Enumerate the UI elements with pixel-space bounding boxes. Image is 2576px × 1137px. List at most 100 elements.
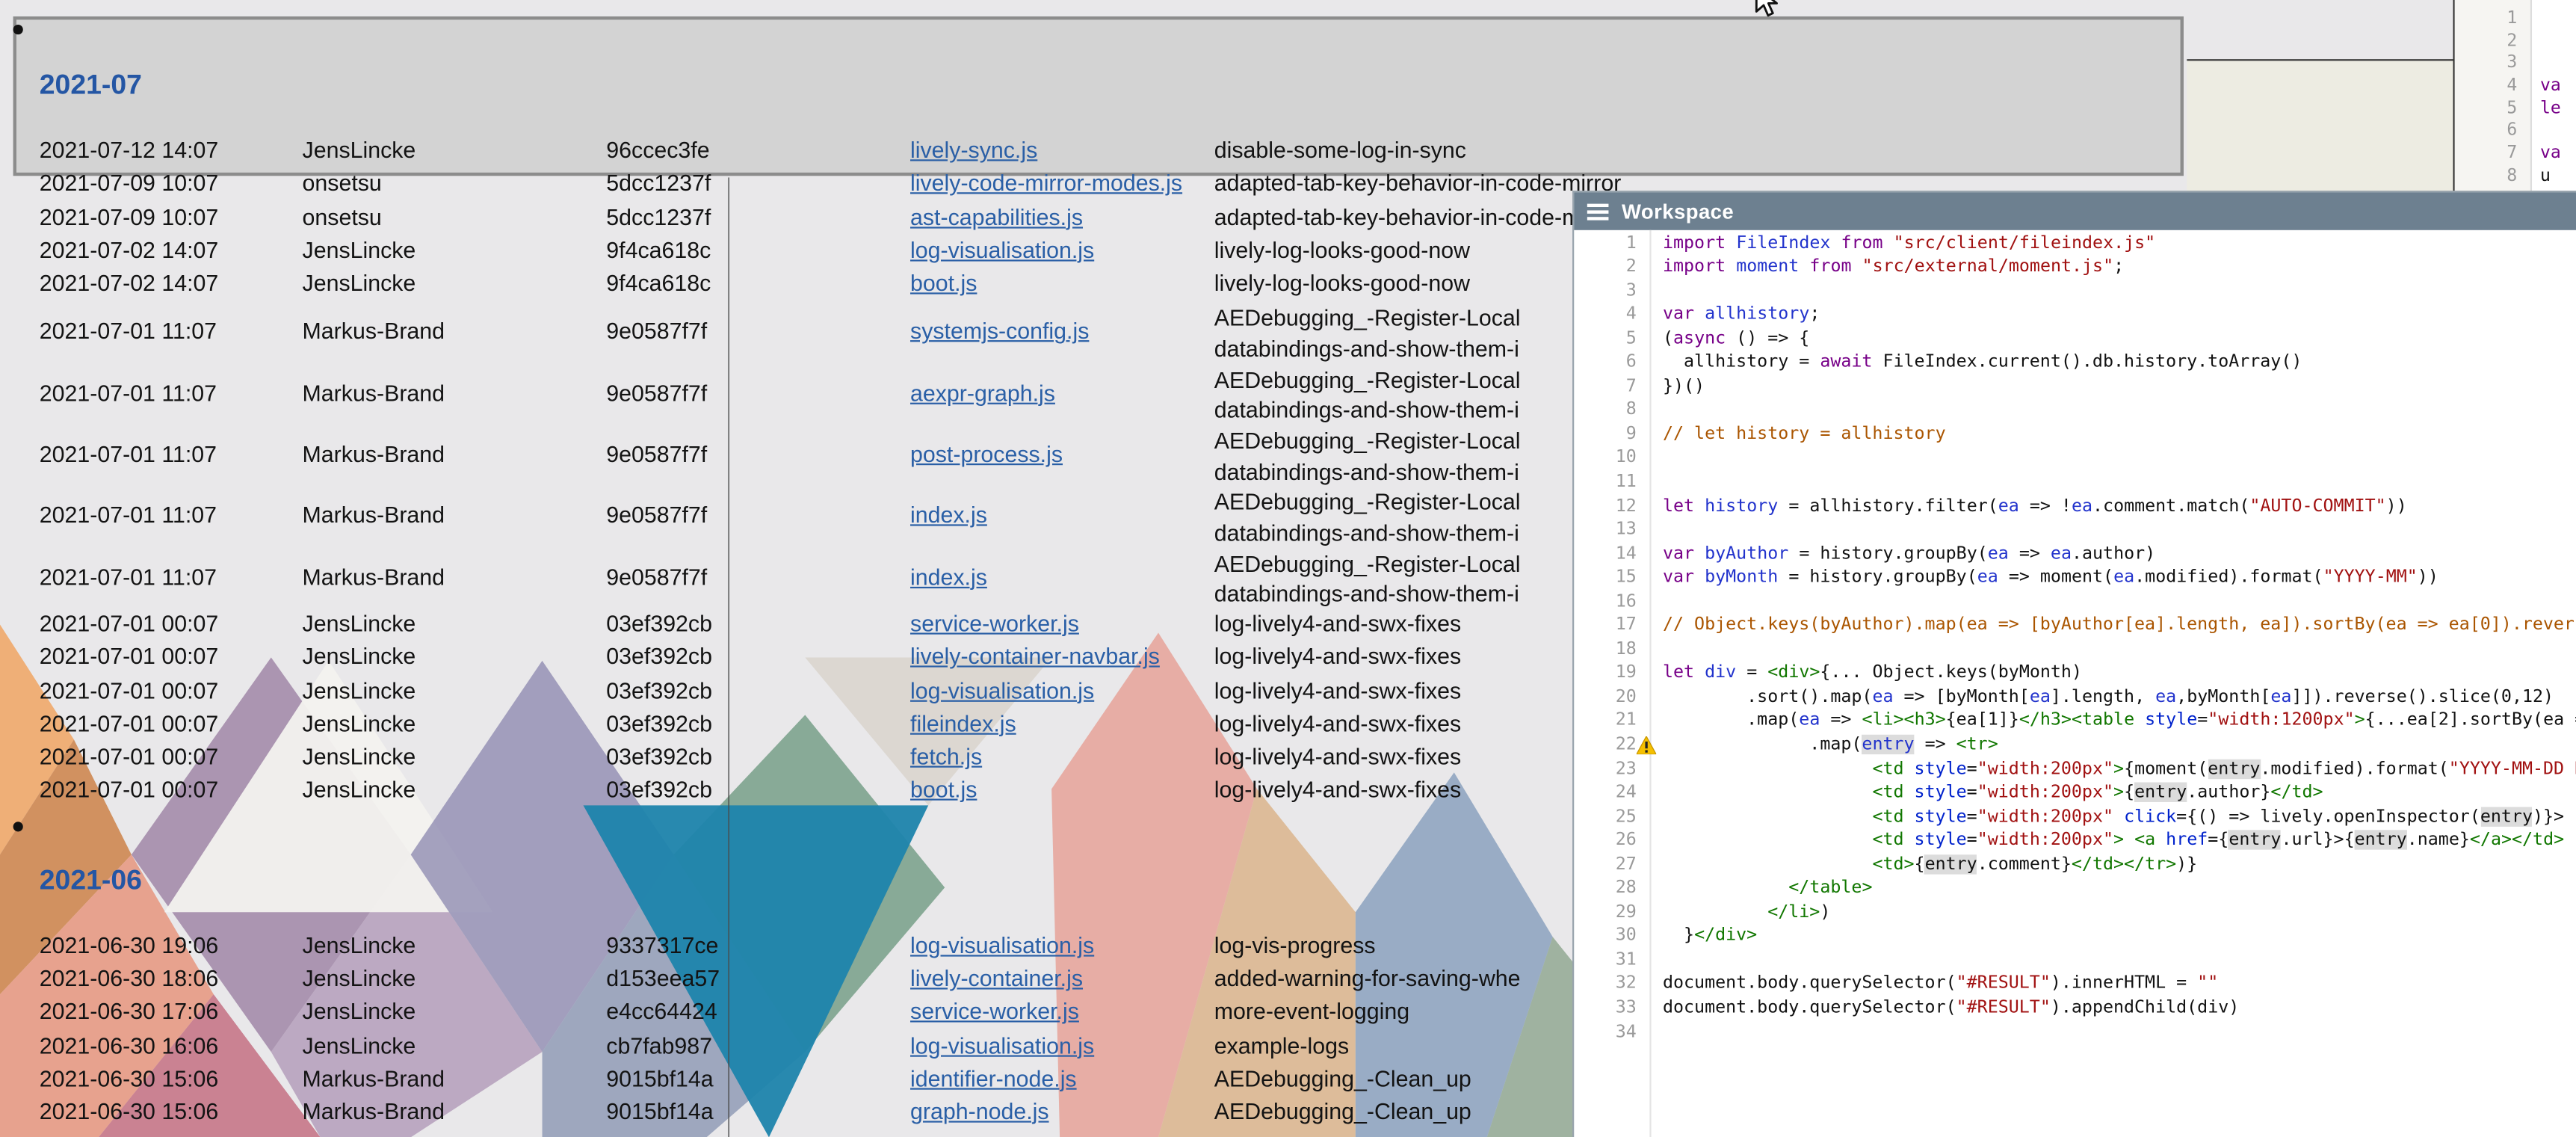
commit-hash[interactable]: 9015bf14a bbox=[606, 1096, 910, 1129]
code-line[interactable] bbox=[2540, 120, 2576, 143]
code-line[interactable]: .map(entry => <tr> bbox=[1663, 733, 2576, 757]
file-link[interactable]: boot.js bbox=[910, 271, 977, 296]
code-line[interactable]: document.body.querySelector("#RESULT").a… bbox=[1663, 996, 2576, 1020]
commit-hash[interactable]: d153eea57 bbox=[606, 964, 910, 996]
commit-hash[interactable]: 9e0587f7f bbox=[606, 363, 910, 424]
file-link[interactable]: ast-capabilities.js bbox=[910, 205, 1083, 229]
menu-hamburger-icon[interactable] bbox=[1587, 200, 1609, 223]
code-line[interactable]: <td style="width:200px">{moment(entry.mo… bbox=[1663, 757, 2576, 781]
file-link[interactable]: service-worker.js bbox=[910, 1000, 1079, 1025]
file-link[interactable]: fetch.js bbox=[910, 745, 982, 769]
workspace-code-editor[interactable]: import FileIndex from "src/client/filein… bbox=[1663, 231, 2576, 1044]
file-link[interactable]: graph-node.js bbox=[910, 1100, 1049, 1124]
commit-hash[interactable]: 03ef392cb bbox=[606, 708, 910, 742]
file-link[interactable]: log-visualisation.js bbox=[910, 1033, 1094, 1058]
code-line[interactable]: .map(ea => <li><h3>{ea[1]}</h3><table st… bbox=[1663, 709, 2576, 733]
file-link[interactable]: post-process.js bbox=[910, 443, 1063, 467]
file-link[interactable]: lively-container-navbar.js bbox=[910, 644, 1160, 669]
code-line[interactable] bbox=[1663, 1020, 2576, 1044]
code-line[interactable] bbox=[2540, 8, 2576, 31]
code-line[interactable]: <td>{entry.comment}</td></tr>)} bbox=[1663, 852, 2576, 876]
code-line[interactable] bbox=[1663, 446, 2576, 470]
commit-hash[interactable]: 9337317ce bbox=[606, 930, 910, 963]
code-token: entry bbox=[2480, 807, 2533, 826]
code-line[interactable]: import FileIndex from "src/client/filein… bbox=[1663, 231, 2576, 255]
commit-hash[interactable]: 03ef392cb bbox=[606, 641, 910, 675]
code-token: byMonth bbox=[1705, 567, 1778, 587]
file-link[interactable]: log-visualisation.js bbox=[910, 238, 1094, 263]
commit-hash[interactable]: 03ef392cb bbox=[606, 775, 910, 809]
code-line[interactable]: u bbox=[2540, 166, 2576, 188]
file-link[interactable]: lively-sync.js bbox=[910, 138, 1037, 163]
code-line[interactable]: // Object.keys(byAuthor).map(ea => [byAu… bbox=[1663, 614, 2576, 638]
code-line[interactable]: import moment from "src/external/moment.… bbox=[1663, 255, 2576, 279]
file-link[interactable]: aexpr-graph.js bbox=[910, 381, 1055, 406]
code-token: )) bbox=[2418, 567, 2438, 587]
file-link[interactable]: log-visualisation.js bbox=[910, 678, 1094, 703]
commit-hash[interactable]: 9015bf14a bbox=[606, 1063, 910, 1096]
commit-hash[interactable]: 5dcc1237f bbox=[606, 202, 910, 235]
code-line[interactable] bbox=[1663, 948, 2576, 972]
code-line[interactable] bbox=[1663, 398, 2576, 422]
file-link[interactable]: lively-container.js bbox=[910, 967, 1083, 991]
file-link[interactable]: boot.js bbox=[910, 778, 977, 803]
commit-hash[interactable]: 9e0587f7f bbox=[606, 301, 910, 363]
commit-hash[interactable]: cb7fab987 bbox=[606, 1030, 910, 1063]
file-link[interactable]: log-visualisation.js bbox=[910, 934, 1094, 958]
keyword-token: import bbox=[1663, 256, 1726, 276]
commit-hash[interactable]: 9f4ca618c bbox=[606, 235, 910, 268]
commit-hash[interactable]: 03ef392cb bbox=[606, 608, 910, 641]
code-line[interactable]: <td style="width:200px">{entry.author}</… bbox=[1663, 781, 2576, 805]
code-line[interactable]: </li>) bbox=[1663, 900, 2576, 924]
code-token bbox=[1726, 232, 1736, 252]
code-line[interactable]: }</div> bbox=[1663, 924, 2576, 948]
code-line[interactable]: </table> bbox=[1663, 876, 2576, 900]
code-line[interactable] bbox=[2540, 31, 2576, 53]
code-line[interactable]: allhistory = await FileIndex.current().d… bbox=[1663, 351, 2576, 375]
code-line[interactable]: <td style="width:200px"> <a href={entry.… bbox=[1663, 828, 2576, 852]
code-line[interactable] bbox=[1663, 638, 2576, 662]
code-line[interactable]: document.body.querySelector("#RESULT").i… bbox=[1663, 972, 2576, 996]
code-line[interactable] bbox=[1663, 470, 2576, 494]
commit-hash[interactable]: 9e0587f7f bbox=[606, 485, 910, 546]
file-link[interactable]: index.js bbox=[910, 504, 987, 529]
commit-hash[interactable]: e4cc64424 bbox=[606, 996, 910, 1029]
string-token: "width:200px" bbox=[1977, 759, 2113, 778]
commit-hash[interactable]: 5dcc1237f bbox=[606, 168, 910, 202]
commit-date: 2021-07-01 00:07 bbox=[0, 608, 303, 641]
code-line[interactable] bbox=[1663, 279, 2576, 303]
workspace-titlebar[interactable]: Workspace bbox=[1574, 192, 2576, 230]
table-row: 2021-07-12 14:07JensLincke96ccec3felivel… bbox=[0, 135, 2187, 168]
code-line[interactable]: (async () => { bbox=[1663, 327, 2576, 351]
commit-hash[interactable]: 9e0587f7f bbox=[606, 546, 910, 608]
commit-hash[interactable]: 96ccec3fe bbox=[606, 135, 910, 168]
code-line[interactable]: })() bbox=[1663, 375, 2576, 398]
code-line[interactable]: va bbox=[2540, 76, 2576, 98]
side-editor-code[interactable]: valevau bbox=[2540, 8, 2576, 188]
file-link[interactable]: identifier-node.js bbox=[910, 1066, 1077, 1091]
file-link[interactable]: fileindex.js bbox=[910, 712, 1016, 736]
file-link[interactable]: systemjs-config.js bbox=[910, 320, 1089, 345]
code-line[interactable] bbox=[1663, 518, 2576, 542]
code-line[interactable]: var allhistory; bbox=[1663, 303, 2576, 327]
commit-hash[interactable]: 9f4ca618c bbox=[606, 268, 910, 302]
code-line[interactable] bbox=[1663, 590, 2576, 614]
code-line[interactable]: // let history = allhistory bbox=[1663, 422, 2576, 446]
commit-hash[interactable]: 9e0587f7f bbox=[606, 424, 910, 485]
code-line[interactable]: va bbox=[2540, 144, 2576, 166]
code-line[interactable]: let div = <div>{... Object.keys(byMonth) bbox=[1663, 662, 2576, 685]
code-line[interactable]: let history = allhistory.filter(ea => !e… bbox=[1663, 494, 2576, 518]
code-line[interactable] bbox=[2540, 53, 2576, 76]
code-line[interactable]: le bbox=[2540, 98, 2576, 120]
commit-hash[interactable]: 03ef392cb bbox=[606, 742, 910, 775]
commit-hash[interactable]: 03ef392cb bbox=[606, 675, 910, 709]
side-code-editor[interactable]: 12345678 valevau bbox=[2453, 0, 2576, 194]
code-line[interactable]: <td style="width:200px" click={() => liv… bbox=[1663, 804, 2576, 828]
code-line[interactable]: .sort().map(ea => [byMonth[ea].length, e… bbox=[1663, 685, 2576, 709]
file-link[interactable]: lively-code-mirror-modes.js bbox=[910, 171, 1182, 196]
file-link[interactable]: service-worker.js bbox=[910, 611, 1079, 636]
file-link[interactable]: index.js bbox=[910, 565, 987, 590]
code-token: moment bbox=[1736, 256, 1799, 276]
code-line[interactable]: var byAuthor = history.groupBy(ea => ea.… bbox=[1663, 542, 2576, 566]
code-line[interactable]: var byMonth = history.groupBy(ea => mome… bbox=[1663, 566, 2576, 590]
